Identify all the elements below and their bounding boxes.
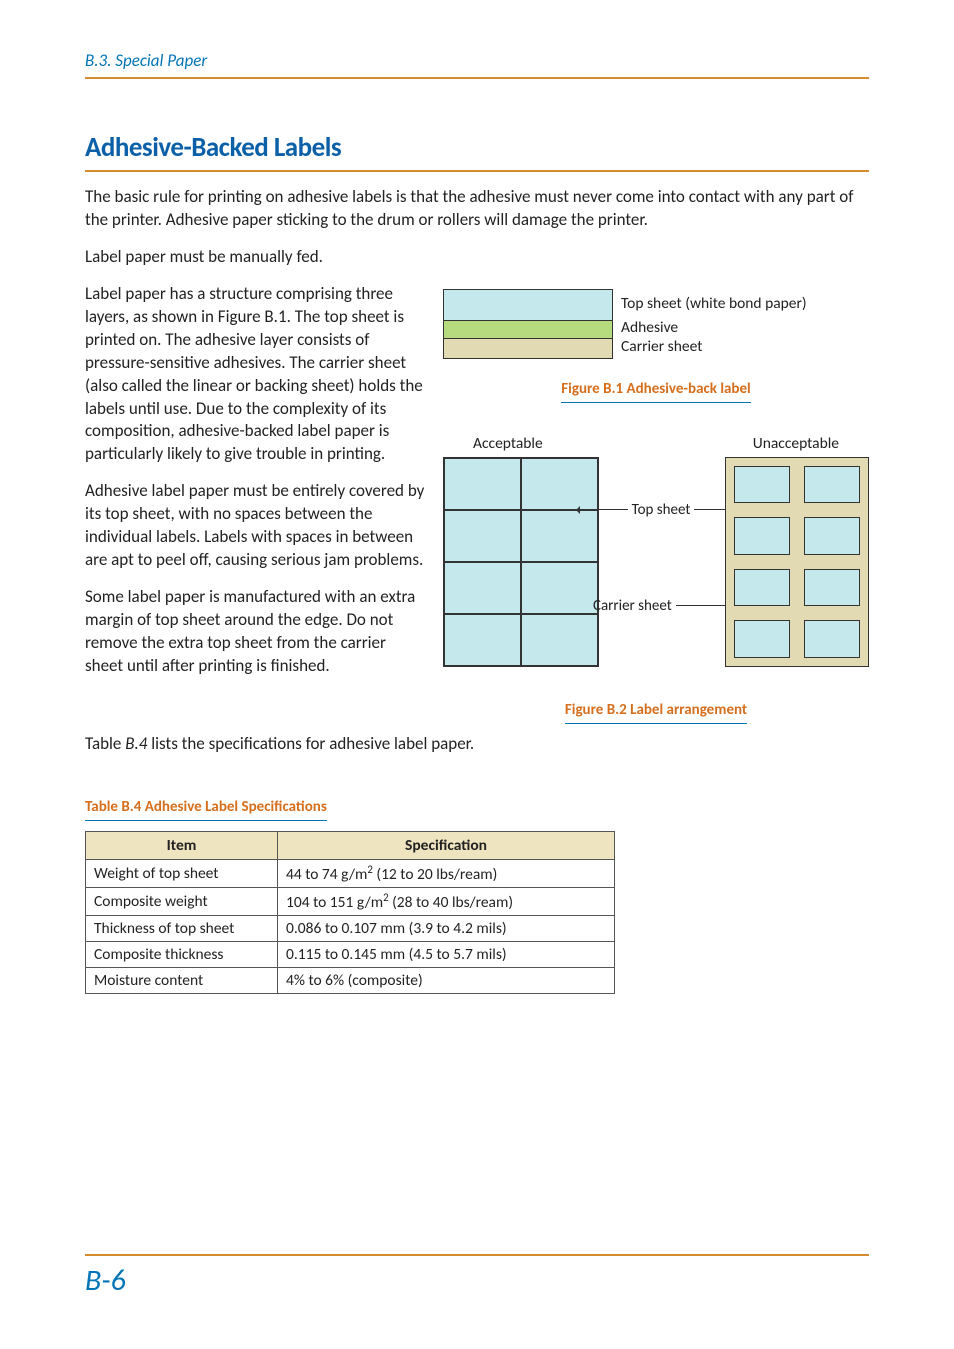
layer-adhesive <box>444 320 612 338</box>
table-cell-item: Composite weight <box>86 887 278 915</box>
label-cell <box>734 569 790 607</box>
paragraph-structure: Label paper has a structure comprising t… <box>85 283 425 467</box>
label-cell <box>734 466 790 504</box>
table-row: Weight of top sheet44 to 74 g/m2 (12 to … <box>86 859 615 887</box>
table-cell-spec: 44 to 74 g/m2 (12 to 20 lbs/ream) <box>278 859 615 887</box>
label-adhesive: Adhesive <box>621 319 807 337</box>
label-unacceptable: Unacceptable <box>753 434 839 453</box>
label-acceptable: Acceptable <box>473 434 543 453</box>
label-cell <box>804 569 860 607</box>
left-column: Label paper has a structure comprising t… <box>85 283 425 719</box>
label-cell <box>521 614 598 666</box>
table-b4-caption: Table B.4 Adhesive Label Specifications <box>85 798 327 821</box>
table-row: Moisture content4% to 6% (composite) <box>86 968 615 994</box>
table-cell-spec: 104 to 151 g/m2 (28 to 40 lbs/ream) <box>278 887 615 915</box>
figure-b2-headers: Acceptable Unacceptable <box>443 434 869 457</box>
two-column-region: Label paper has a structure comprising t… <box>85 283 869 719</box>
callout-top-sheet-text: Top sheet <box>628 501 695 519</box>
figure-b1-caption-text: Figure B.1 Adhesive-back label <box>561 380 750 403</box>
figure-b2: Acceptable Unacceptable Top sheet <box>443 434 869 694</box>
section-header: B.3. Special Paper <box>85 50 869 79</box>
layer-top-sheet <box>444 290 612 320</box>
label-cell <box>734 620 790 658</box>
table-row: Thickness of top sheet0.086 to 0.107 mm … <box>86 916 615 942</box>
heading-adhesive-labels: Adhesive-Backed Labels <box>85 131 869 172</box>
label-cell <box>804 517 860 555</box>
figure-b2-row: Top sheet Carrier sheet <box>443 457 869 667</box>
figure-b1: Top sheet (white bond paper) Adhesive Ca… <box>443 289 869 359</box>
label-carrier: Carrier sheet <box>621 337 807 357</box>
figure-b1-caption: Figure B.1 Adhesive-back label <box>443 379 869 398</box>
table-intro-prefix: Table <box>85 733 125 754</box>
label-cell <box>734 517 790 555</box>
figure-b1-labels: Top sheet (white bond paper) Adhesive Ca… <box>621 289 807 357</box>
callout-top-sheet: Top sheet <box>573 501 749 519</box>
right-column: Top sheet (white bond paper) Adhesive Ca… <box>443 283 869 719</box>
label-cell <box>521 562 598 614</box>
label-cell <box>444 614 521 666</box>
label-cell <box>444 510 521 562</box>
callout-carrier-sheet-text: Carrier sheet <box>593 597 676 615</box>
paragraph-table-intro: Table B.4 lists the specifications for a… <box>85 733 869 756</box>
grid-unacceptable <box>725 457 869 667</box>
table-cell-spec: 0.115 to 0.145 mm (4.5 to 5.7 mils) <box>278 942 615 968</box>
table-b4: Item Specification Weight of top sheet44… <box>85 831 615 994</box>
layer-carrier <box>444 338 612 358</box>
paragraph-manual-fed: Label paper must be manually fed. <box>85 246 869 269</box>
table-cell-spec: 0.086 to 0.107 mm (3.9 to 4.2 mils) <box>278 916 615 942</box>
label-cell <box>804 620 860 658</box>
table-intro-ref: B.4 <box>125 733 147 754</box>
table-cell-spec: 4% to 6% (composite) <box>278 968 615 994</box>
label-cell <box>804 466 860 504</box>
figure-b1-diagram <box>443 289 613 359</box>
table-cell-item: Thickness of top sheet <box>86 916 278 942</box>
figure-b2-caption: Figure B.2 Label arrangement <box>443 700 869 719</box>
table-cell-item: Weight of top sheet <box>86 859 278 887</box>
paragraph-intro: The basic rule for printing on adhesive … <box>85 186 869 232</box>
table-cell-item: Moisture content <box>86 968 278 994</box>
table-header-row: Item Specification <box>86 831 615 859</box>
grid-acceptable <box>443 457 599 667</box>
figure-b2-caption-text: Figure B.2 Label arrangement <box>565 701 747 724</box>
paragraph-margin: Some label paper is manufactured with an… <box>85 586 425 678</box>
page-number: B-6 <box>85 1254 869 1299</box>
table-intro-suffix: lists the specifications for adhesive la… <box>147 733 474 754</box>
paragraph-covered: Adhesive label paper must be entirely co… <box>85 480 425 572</box>
table-row: Composite weight104 to 151 g/m2 (28 to 4… <box>86 887 615 915</box>
page: B.3. Special Paper Adhesive-Backed Label… <box>0 0 954 1349</box>
label-cell <box>444 458 521 510</box>
table-header-spec: Specification <box>278 831 615 859</box>
label-cell <box>444 562 521 614</box>
table-row: Composite thickness0.115 to 0.145 mm (4.… <box>86 942 615 968</box>
label-top-sheet: Top sheet (white bond paper) <box>621 289 807 319</box>
table-cell-item: Composite thickness <box>86 942 278 968</box>
table-header-item: Item <box>86 831 278 859</box>
